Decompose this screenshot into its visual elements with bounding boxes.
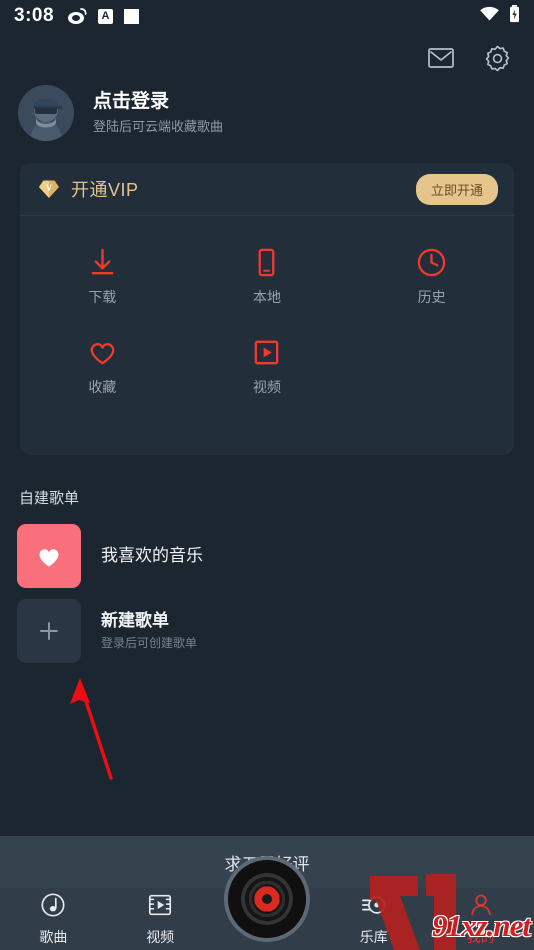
svg-text:V: V bbox=[46, 184, 52, 193]
quick-action-label: 本地 bbox=[252, 289, 281, 305]
plus-icon bbox=[17, 599, 81, 663]
playlist-name: 新建歌单 bbox=[101, 611, 169, 630]
heart-outline-icon bbox=[87, 333, 118, 371]
quick-action-history[interactable]: 历史 bbox=[349, 230, 514, 320]
playlist-item-create-new[interactable]: 新建歌单 登录后可创建歌单 bbox=[17, 596, 517, 666]
quick-action-label: 视频 bbox=[252, 379, 281, 395]
battery-charging-icon bbox=[509, 4, 520, 28]
profile-login-row[interactable]: 点击登录 登陆后可云端收藏歌曲 bbox=[18, 80, 516, 146]
quick-action-video[interactable]: 视频 bbox=[185, 320, 350, 410]
quick-action-label: 历史 bbox=[417, 289, 446, 305]
nav-label: 歌曲 bbox=[39, 928, 68, 945]
user-icon bbox=[468, 892, 494, 923]
app-screen: 3:08 A 点击登录 登陆后可云端收藏歌曲 V 开通VIP 立即开通 下载 本… bbox=[0, 0, 534, 950]
quick-action-label: 收藏 bbox=[88, 379, 117, 395]
mail-icon[interactable] bbox=[424, 41, 458, 75]
heart-filled-icon bbox=[17, 524, 81, 588]
quick-action-local[interactable]: 本地 bbox=[185, 230, 350, 320]
vip-label: 开通VIP bbox=[71, 180, 139, 200]
music-note-disc-icon bbox=[40, 892, 66, 923]
video-film-icon bbox=[147, 892, 173, 923]
quick-action-download[interactable]: 下载 bbox=[20, 230, 185, 320]
download-icon bbox=[87, 243, 118, 281]
phone-icon bbox=[251, 243, 282, 281]
vip-banner-row[interactable]: V 开通VIP 立即开通 bbox=[20, 163, 514, 216]
quick-action-favorites[interactable]: 收藏 bbox=[20, 320, 185, 410]
playlists-section-title: 自建歌单 bbox=[19, 490, 80, 507]
playlist-item-favorites[interactable]: 我喜欢的音乐 bbox=[17, 521, 517, 591]
vinyl-record-play-button[interactable] bbox=[228, 860, 306, 938]
nav-label: 我的 bbox=[466, 928, 495, 945]
playlist-text: 新建歌单 登录后可创建歌单 bbox=[101, 610, 197, 652]
boxed-a-icon: A bbox=[98, 8, 114, 24]
nav-item-video[interactable]: 视频 bbox=[107, 888, 214, 950]
quick-action-label: 下载 bbox=[88, 289, 117, 305]
white-square-icon bbox=[124, 8, 140, 24]
profile-subtitle: 登陆后可云端收藏歌曲 bbox=[93, 118, 224, 134]
nav-label: 乐库 bbox=[359, 928, 388, 945]
nav-item-mine[interactable]: 我的 bbox=[427, 888, 534, 950]
playlist-subtitle: 登录后可创建歌单 bbox=[101, 636, 198, 650]
gear-icon[interactable] bbox=[480, 41, 514, 75]
status-bar: 3:08 A bbox=[0, 0, 534, 32]
playlist-text: 我喜欢的音乐 bbox=[101, 545, 203, 567]
video-play-icon bbox=[251, 333, 282, 371]
playlist-name: 我喜欢的音乐 bbox=[101, 546, 203, 565]
annotation-arrow-icon bbox=[55, 670, 145, 790]
avatar bbox=[18, 85, 74, 141]
clock-icon bbox=[416, 243, 447, 281]
quick-actions-grid: 下载 本地 历史 收藏 视频 bbox=[20, 216, 514, 410]
wifi-icon bbox=[479, 6, 500, 26]
weibo-icon bbox=[67, 7, 87, 25]
quick-action-empty-slot bbox=[349, 320, 514, 410]
vip-quick-actions-card: V 开通VIP 立即开通 下载 本地 历史 收藏 视频 bbox=[20, 163, 514, 455]
nav-item-library[interactable]: 乐库 bbox=[320, 888, 427, 950]
nav-item-songs[interactable]: 歌曲 bbox=[0, 888, 107, 950]
vip-diamond-icon: V bbox=[38, 179, 60, 199]
status-bar-system-icons bbox=[479, 4, 520, 28]
vip-subscribe-button[interactable]: 立即开通 bbox=[415, 173, 498, 205]
library-icon bbox=[361, 892, 387, 923]
profile-title: 点击登录 bbox=[93, 90, 170, 112]
profile-text: 点击登录 登陆后可云端收藏歌曲 bbox=[93, 90, 223, 137]
status-bar-time: 3:08 bbox=[14, 5, 55, 26]
nav-label: 视频 bbox=[146, 928, 175, 945]
top-action-bar bbox=[0, 38, 534, 78]
status-bar-notification-icons: A bbox=[67, 7, 140, 25]
